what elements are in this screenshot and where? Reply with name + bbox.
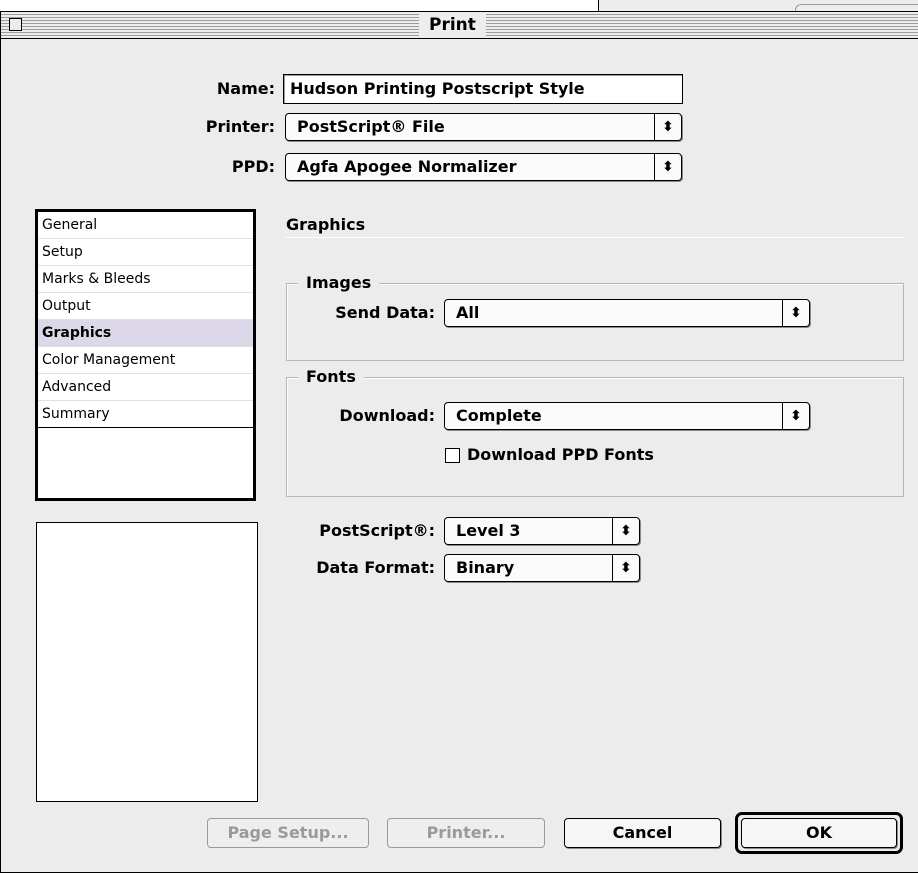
download-ppd-fonts-checkbox[interactable]	[445, 448, 460, 463]
sidebar-item-marks-bleeds[interactable]: Marks & Bleeds	[38, 266, 253, 293]
send-data-label: Send Data:	[335, 303, 435, 322]
category-list[interactable]: General Setup Marks & Bleeds Output Grap…	[35, 209, 256, 501]
updown-arrows-icon: ⬍	[612, 555, 639, 581]
sidebar-item-graphics[interactable]: Graphics	[38, 320, 253, 347]
name-field[interactable]: Hudson Printing Postscript Style	[283, 74, 683, 104]
download-label: Download:	[339, 406, 435, 425]
postscript-popup-value: Level 3	[456, 521, 521, 540]
fonts-group	[286, 377, 904, 497]
sidebar-item-summary[interactable]: Summary	[38, 401, 253, 428]
send-data-popup-value: All	[456, 303, 480, 322]
printer-button[interactable]: Printer...	[387, 818, 545, 848]
sidebar-item-output[interactable]: Output	[38, 293, 253, 320]
page-setup-button[interactable]: Page Setup...	[207, 818, 369, 848]
cancel-button[interactable]: Cancel	[564, 818, 721, 848]
sidebar-item-advanced[interactable]: Advanced	[38, 374, 253, 401]
updown-arrows-icon: ⬍	[654, 114, 681, 140]
send-data-popup[interactable]: All ⬍	[444, 299, 810, 327]
download-ppd-fonts-label[interactable]: Download PPD Fonts	[467, 445, 654, 465]
sidebar-item-setup[interactable]: Setup	[38, 239, 253, 266]
print-dialog: Print Name: Hudson Printing Postscript S…	[0, 11, 918, 873]
download-popup-value: Complete	[456, 406, 542, 425]
title-bar[interactable]: Print	[1, 12, 918, 39]
ok-button[interactable]: OK	[741, 818, 897, 848]
data-format-label: Data Format:	[316, 558, 435, 577]
ppd-label: PPD:	[231, 157, 275, 176]
heading-divider	[286, 237, 904, 238]
images-group-title: Images	[298, 273, 380, 293]
printer-label: Printer:	[205, 117, 275, 136]
page-preview	[36, 522, 258, 802]
fonts-group-title: Fonts	[298, 367, 364, 387]
printer-popup-value: PostScript® File	[297, 117, 445, 136]
download-popup[interactable]: Complete ⬍	[444, 402, 810, 430]
sidebar-item-general[interactable]: General	[38, 212, 253, 239]
updown-arrows-icon: ⬍	[782, 300, 809, 326]
panel-heading: Graphics	[286, 215, 366, 234]
updown-arrows-icon: ⬍	[654, 154, 681, 180]
sidebar-item-color-management[interactable]: Color Management	[38, 347, 253, 374]
updown-arrows-icon: ⬍	[612, 518, 639, 544]
postscript-popup[interactable]: Level 3 ⬍	[444, 517, 640, 545]
updown-arrows-icon: ⬍	[782, 403, 809, 429]
ppd-popup[interactable]: Agfa Apogee Normalizer ⬍	[285, 153, 682, 181]
ppd-popup-value: Agfa Apogee Normalizer	[297, 157, 517, 176]
data-format-popup[interactable]: Binary ⬍	[444, 554, 640, 582]
window-title: Print	[419, 13, 486, 37]
close-box-icon[interactable]	[9, 18, 22, 31]
postscript-label: PostScript®:	[319, 521, 435, 540]
name-label: Name:	[216, 79, 275, 98]
printer-popup[interactable]: PostScript® File ⬍	[285, 113, 682, 141]
data-format-popup-value: Binary	[456, 558, 515, 577]
